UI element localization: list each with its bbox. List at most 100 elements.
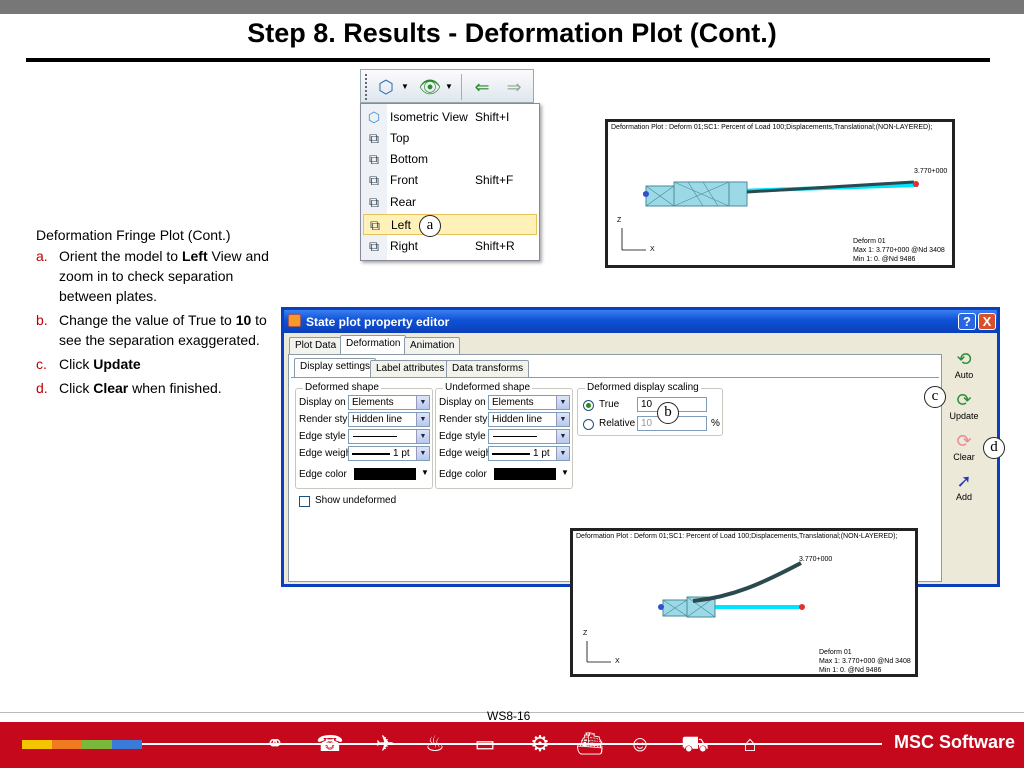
line-weight-sample — [492, 453, 530, 455]
car-icon: ⚭ — [265, 731, 285, 756]
axis-z-label: Z — [617, 217, 622, 224]
callout-marker-b: b — [657, 402, 679, 424]
bottom-view-icon: ⧉ — [369, 151, 379, 167]
chevron-down-icon[interactable]: ▼ — [561, 468, 569, 477]
update-button[interactable]: ⟳ Update — [947, 389, 981, 421]
color-strip-yellow — [22, 740, 52, 749]
field-label: Render style — [439, 414, 496, 425]
phone-icon: ☎ — [316, 731, 344, 756]
group-label: Undeformed shape — [443, 382, 533, 393]
plot-legend-line-1: Deform 01 — [853, 238, 886, 245]
menu-item-front[interactable]: ⧉ Front Shift+F — [363, 170, 537, 191]
undeformed-render-style-select[interactable]: Hidden line ▼ — [488, 412, 570, 427]
select-value: Elements — [352, 397, 394, 408]
menu-item-top[interactable]: ⧉ Top — [363, 128, 537, 149]
menu-item-shortcut: Shift+I — [475, 110, 510, 124]
deformed-display-on-select[interactable]: Elements ▼ — [348, 395, 430, 410]
menu-item-label: Isometric View — [390, 110, 468, 124]
undeformed-display-on-select[interactable]: Elements ▼ — [488, 395, 570, 410]
dialog-title-bar[interactable]: State plot property editor ? X — [284, 310, 997, 333]
tab-label-attributes[interactable]: Label attributes — [370, 360, 451, 378]
plot-max-label: 3.770+000 — [799, 556, 833, 563]
add-button[interactable]: ➚ Add — [947, 470, 981, 502]
chevron-down-icon: ▼ — [416, 430, 429, 443]
toolbar-grip[interactable] — [365, 74, 369, 100]
line-weight-sample — [352, 453, 390, 455]
show-undeformed-checkbox[interactable] — [299, 496, 310, 507]
menu-item-left[interactable]: ⧉ Left — [363, 214, 537, 235]
help-button[interactable]: ? — [958, 313, 976, 330]
chevron-down-icon[interactable]: ▼ — [421, 468, 429, 477]
isometric-cube-icon: ⬡ — [367, 109, 381, 125]
callout-marker-d: d — [983, 437, 1005, 459]
airplane-icon: ✈ — [375, 731, 395, 756]
deformed-edge-color-swatch[interactable] — [354, 468, 416, 480]
deformed-edge-weight-select[interactable]: 1 pt ▼ — [348, 446, 430, 461]
clear-button[interactable]: ⟳ Clear — [947, 430, 981, 462]
update-arrows-icon: ⟳ — [956, 390, 972, 410]
axis-x-label: X — [650, 246, 655, 253]
field-label: Display on — [299, 397, 346, 408]
select-value: 1 pt — [533, 448, 550, 459]
menu-item-label: Right — [390, 239, 419, 253]
tab-display-settings[interactable]: Display settings — [294, 358, 377, 378]
line-style-sample — [493, 436, 537, 437]
tab-animation[interactable]: Animation — [404, 337, 461, 355]
step-a: a. Orient the model to Left View and zoom… — [36, 246, 281, 306]
field-label: Edge color — [439, 469, 487, 480]
bottle-icon: ♨ — [425, 731, 445, 756]
steps-list: a. Orient the model to Left View and zoom… — [36, 246, 281, 398]
tab-data-transforms[interactable]: Data transforms — [446, 360, 530, 378]
footer-line — [142, 743, 882, 745]
tab-plot-data[interactable]: Plot Data — [289, 337, 343, 355]
plot-legend-line-3: Min 1: 0. @Nd 9486 — [853, 256, 916, 263]
isometric-view-icon[interactable]: ⬡ — [371, 74, 401, 100]
plot-legend-line-2: Max 1: 3.770+000 @Nd 3408 — [853, 247, 945, 254]
dropdown-arrow-icon[interactable]: ▼ — [399, 74, 411, 100]
button-label: Update — [949, 411, 979, 421]
tab-deformation[interactable]: Deformation — [340, 335, 407, 355]
dropdown-arrow-icon[interactable]: ▼ — [443, 74, 455, 100]
relative-scale-radio[interactable] — [583, 419, 594, 430]
plot-max-label: 3.770+000 — [914, 168, 948, 175]
step-text: Orient the model to — [59, 248, 182, 264]
field-label: Display on — [439, 397, 486, 408]
deformed-edge-style-select[interactable]: ▼ — [348, 429, 430, 444]
close-button[interactable]: X — [978, 313, 996, 330]
add-arrow-icon: ➚ — [956, 471, 972, 491]
plot-legend-line-1: Deform 01 — [819, 649, 852, 656]
true-scale-radio[interactable] — [583, 400, 594, 411]
menu-item-bottom[interactable]: ⧉ Bottom — [363, 149, 537, 170]
menu-item-rear[interactable]: ⧉ Rear — [363, 192, 537, 213]
subtab-divider — [291, 377, 939, 378]
undeformed-edge-weight-select[interactable]: 1 pt ▼ — [488, 446, 570, 461]
view-toolbar: ⬡ ▼ 👁 ▼ ⇐ ⇒ — [360, 69, 534, 103]
step-letter: c. — [36, 356, 47, 372]
button-label: Clear — [953, 452, 975, 462]
show-eye-icon[interactable]: 👁 — [415, 74, 445, 100]
slide-title: Step 8. Results - Deformation Plot (Cont… — [247, 18, 777, 48]
menu-item-label: Front — [390, 173, 419, 187]
top-banner — [0, 0, 1024, 14]
step-letter: a. — [36, 248, 48, 264]
step-text: Click — [59, 380, 94, 396]
select-value: Hidden line — [492, 414, 543, 425]
radio-label: Relative — [599, 418, 636, 429]
group-label: Deformed shape — [303, 382, 381, 393]
eye-back-icon[interactable]: ⇐ — [467, 74, 497, 100]
building-icon: ⌂ — [743, 731, 757, 756]
callout-marker-a: a — [419, 215, 441, 237]
eye-forward-icon[interactable]: ⇒ — [499, 74, 529, 100]
step-b: b. Change the value of True to 10 to see … — [36, 310, 281, 350]
plot-legend-line-2: Max 1: 3.770+000 @Nd 3408 — [819, 658, 911, 665]
deformed-render-style-select[interactable]: Hidden line ▼ — [348, 412, 430, 427]
menu-item-isometric-view[interactable]: ⬡ Isometric View Shift+I — [363, 107, 537, 128]
chevron-down-icon: ▼ — [556, 413, 569, 426]
menu-item-right[interactable]: ⧉ Right Shift+R — [363, 236, 537, 257]
auto-button[interactable]: ⟲ Auto — [947, 348, 981, 380]
undeformed-edge-style-select[interactable]: ▼ — [488, 429, 570, 444]
select-value: Hidden line — [352, 414, 403, 425]
undeformed-edge-color-swatch[interactable] — [494, 468, 556, 480]
color-strip-blue — [112, 740, 142, 749]
page-number: WS8-16 — [487, 709, 531, 723]
